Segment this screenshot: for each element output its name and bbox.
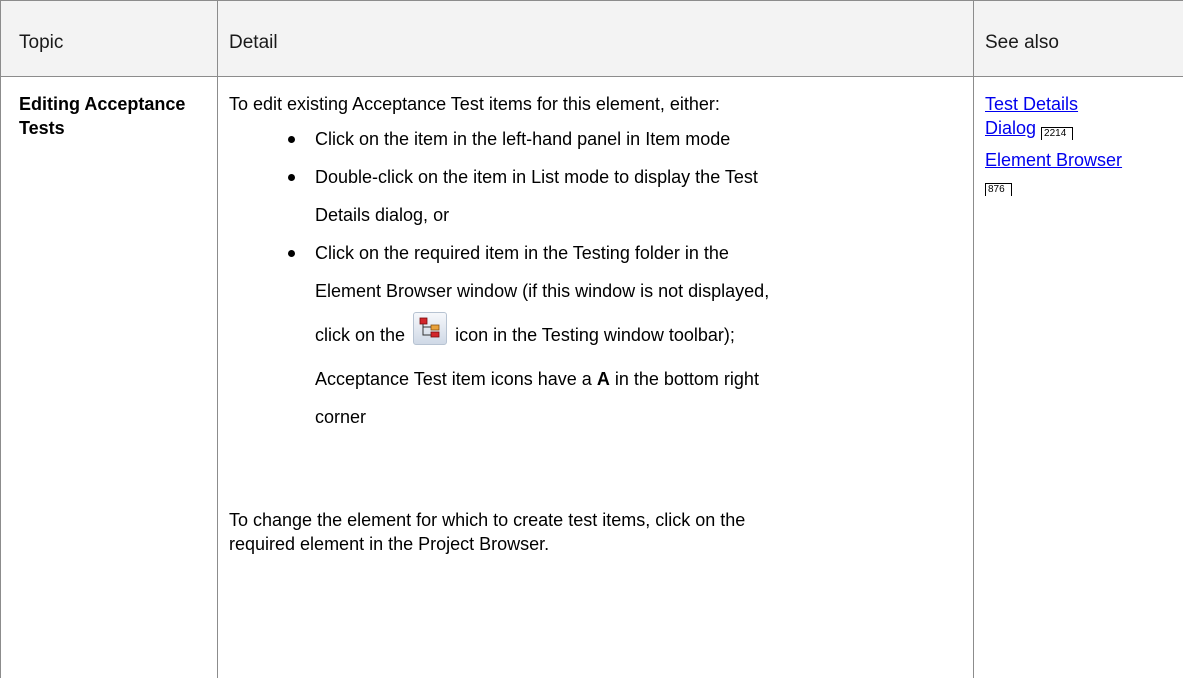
bullet-dot bbox=[288, 250, 295, 257]
header-see-also: See also bbox=[985, 32, 1059, 53]
link-element-browser[interactable]: Element Browser bbox=[985, 150, 1122, 170]
see-also-item: Element Browser 876 bbox=[985, 148, 1175, 196]
help-table: Topic Detail See also Editing Acceptance… bbox=[0, 0, 1183, 678]
header-topic: Topic bbox=[19, 32, 64, 53]
header-detail: Detail bbox=[229, 32, 278, 53]
topic-cell: Editing Acceptance Tests bbox=[19, 94, 186, 138]
header-divider bbox=[0, 76, 1183, 77]
page-ref-badge: 2214 bbox=[1041, 127, 1069, 140]
detail-paragraph: To change the element for which to creat… bbox=[229, 510, 746, 554]
bullet-dot bbox=[288, 174, 295, 181]
page-ref-badge: 876 bbox=[985, 183, 1007, 196]
table-border-top bbox=[0, 0, 1183, 1]
detail-intro: To edit existing Acceptance Test items f… bbox=[229, 94, 720, 114]
element-browser-toolbar-icon bbox=[413, 312, 448, 345]
link-test-details-dialog[interactable]: Test Details bbox=[985, 94, 1078, 114]
column-line-detail bbox=[973, 0, 974, 678]
detail-cell: To edit existing Acceptance Test items f… bbox=[229, 92, 969, 556]
list-item: Click on the required item in the Testin… bbox=[229, 234, 969, 436]
list-item: Double-click on the item in List mode to… bbox=[229, 158, 969, 234]
bullet-dot bbox=[288, 136, 295, 143]
see-also-cell: Test Details Dialog 2214 Element Browser… bbox=[985, 92, 1175, 204]
detail-bullet-list: Click on the item in the left-hand panel… bbox=[229, 120, 969, 436]
column-line-left bbox=[0, 0, 1, 678]
column-line-topic bbox=[217, 0, 218, 678]
list-item: Click on the item in the left-hand panel… bbox=[229, 120, 969, 158]
see-also-item: Test Details Dialog 2214 bbox=[985, 92, 1175, 140]
link-test-details-dialog-cont[interactable]: Dialog bbox=[985, 118, 1036, 138]
